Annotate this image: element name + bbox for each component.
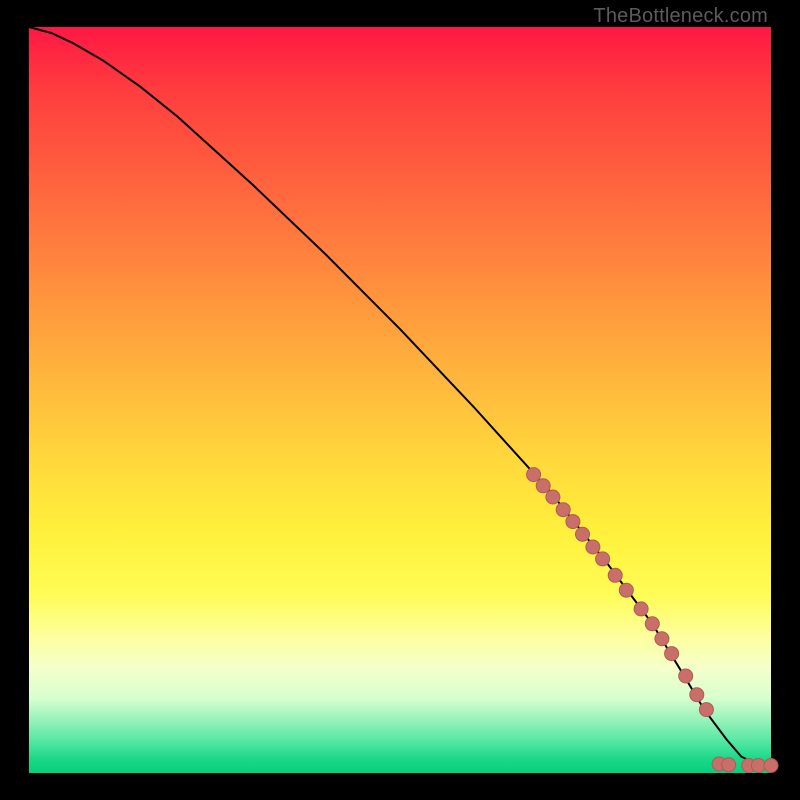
data-marker (665, 647, 679, 661)
chart-svg (29, 27, 771, 773)
chart-curve (29, 27, 771, 766)
data-marker (546, 490, 560, 504)
data-marker (645, 617, 659, 631)
data-marker (699, 703, 713, 717)
data-marker (566, 515, 580, 529)
data-marker (596, 552, 610, 566)
data-marker (576, 527, 590, 541)
data-marker (527, 468, 541, 482)
data-marker (634, 602, 648, 616)
data-marker (690, 688, 704, 702)
chart-container: TheBottleneck.com (0, 0, 800, 800)
data-marker (764, 759, 778, 773)
data-marker (679, 669, 693, 683)
data-marker (619, 583, 633, 597)
data-marker (586, 540, 600, 554)
data-marker (608, 568, 622, 582)
watermark-text: TheBottleneck.com (593, 5, 768, 28)
data-marker (751, 759, 765, 773)
chart-markers (527, 468, 778, 773)
data-marker (655, 632, 669, 646)
data-marker (556, 503, 570, 517)
data-marker (722, 758, 736, 772)
data-marker (536, 479, 550, 493)
